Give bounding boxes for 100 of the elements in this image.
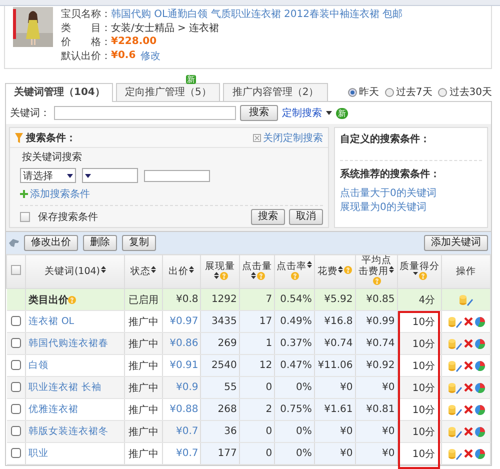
keyword-field[interactable] bbox=[54, 106, 236, 120]
checkbox[interactable] bbox=[10, 448, 21, 458]
table-cell: ¥0.74 bbox=[366, 338, 395, 349]
column-header[interactable]: 花费 bbox=[314, 254, 356, 288]
coins-pencil-icon[interactable] bbox=[448, 360, 462, 372]
coins-pencil-icon[interactable] bbox=[448, 426, 462, 438]
coins-pencil-icon[interactable] bbox=[448, 316, 462, 328]
checkbox[interactable] bbox=[10, 426, 21, 436]
table-cell: ¥16.8 bbox=[324, 316, 353, 327]
search-button[interactable]: 搜索 bbox=[240, 105, 278, 121]
new-badge: 新 bbox=[336, 108, 348, 118]
column-header: 操作 bbox=[442, 254, 490, 288]
column-header[interactable]: 关键词(104) bbox=[26, 254, 125, 288]
coins-pencil-icon[interactable] bbox=[448, 404, 462, 416]
checkbox[interactable] bbox=[10, 360, 21, 370]
table-cell: ¥0 bbox=[340, 382, 353, 393]
column-header[interactable]: 平均点击费用 bbox=[355, 254, 398, 288]
table-cell: 17 bbox=[259, 316, 272, 327]
price-value: ¥228.00 bbox=[111, 36, 157, 47]
plus-icon bbox=[20, 190, 28, 198]
coins-pencil-icon[interactable] bbox=[448, 382, 462, 394]
checkbox[interactable] bbox=[20, 212, 30, 222]
table-cell: 2540 bbox=[211, 360, 237, 371]
toolbar-button[interactable]: 删除 bbox=[83, 235, 117, 251]
panel-button[interactable]: 搜索 bbox=[251, 209, 285, 225]
column-header[interactable]: 展现量 bbox=[200, 254, 240, 288]
toolbar-button[interactable]: 复制 bbox=[122, 235, 156, 251]
table-cell: ¥0.74 bbox=[324, 338, 353, 349]
table-cell: 10分 bbox=[412, 316, 436, 328]
add-keyword-button[interactable]: 添加关键词 bbox=[424, 235, 488, 251]
bid-value: ¥0.6 bbox=[111, 50, 136, 61]
column-header[interactable]: 点击量 bbox=[239, 254, 275, 288]
toolbar-button[interactable]: 修改出价 bbox=[24, 235, 78, 251]
pie-chart-icon[interactable] bbox=[474, 316, 485, 326]
column-header[interactable]: 点击率 bbox=[274, 254, 314, 288]
edit-link[interactable]: 修改 bbox=[140, 48, 161, 62]
delete-icon[interactable] bbox=[464, 339, 473, 348]
keyword-link[interactable]: 职业 bbox=[28, 448, 48, 459]
pie-chart-icon[interactable] bbox=[474, 382, 485, 392]
radio-button[interactable] bbox=[348, 88, 357, 96]
delete-icon[interactable] bbox=[464, 317, 473, 326]
custom-search-link[interactable]: 定制搜索 bbox=[282, 106, 322, 120]
delete-icon[interactable] bbox=[464, 361, 473, 370]
checkbox[interactable] bbox=[10, 404, 21, 414]
column-header[interactable]: 质量得分 bbox=[397, 254, 442, 288]
table-cell: ¥0 bbox=[382, 426, 395, 437]
table-cell: 12 bbox=[259, 360, 272, 371]
table-cell: 0 bbox=[266, 448, 272, 459]
table-cell: 55 bbox=[224, 382, 237, 393]
pie-chart-icon[interactable] bbox=[474, 360, 485, 370]
delete-icon[interactable] bbox=[464, 383, 473, 392]
caret-icon bbox=[67, 174, 73, 178]
checkbox[interactable] bbox=[10, 382, 21, 392]
radio-button[interactable] bbox=[438, 88, 448, 96]
coins-pencil-icon[interactable] bbox=[459, 294, 474, 306]
select-dropdown[interactable] bbox=[82, 168, 138, 183]
delete-icon[interactable] bbox=[464, 405, 473, 414]
close-custom-search-link[interactable]: 关闭定制搜索 bbox=[253, 130, 323, 144]
condition-link[interactable]: 展现量为0的关键词 bbox=[340, 201, 482, 215]
panel-button[interactable]: 取消 bbox=[289, 209, 323, 225]
radio-button[interactable] bbox=[384, 88, 394, 96]
delete-icon[interactable] bbox=[464, 449, 473, 458]
funnel-icon bbox=[15, 132, 23, 142]
table-cell: 10分 bbox=[412, 426, 436, 438]
condition-link[interactable]: 点击量大于0的关键词 bbox=[340, 187, 482, 201]
column-header[interactable]: 状态 bbox=[124, 254, 162, 288]
table-cell: ¥0 bbox=[382, 448, 395, 459]
table-cell: 推广中 bbox=[128, 316, 158, 328]
tab[interactable]: 推广内容管理（2） bbox=[223, 83, 328, 101]
checkbox[interactable] bbox=[10, 316, 21, 326]
category-label: 类目出价 bbox=[28, 294, 68, 306]
caret-icon bbox=[326, 111, 332, 115]
column-header[interactable]: 出价 bbox=[162, 254, 201, 288]
select-dropdown[interactable]: 请选择 bbox=[20, 168, 76, 183]
table-cell: ¥0 bbox=[340, 448, 353, 459]
pie-chart-icon[interactable] bbox=[474, 404, 485, 414]
tab[interactable]: 关键词管理（104） bbox=[5, 83, 113, 102]
table-cell: 0 bbox=[266, 382, 272, 393]
checkbox[interactable] bbox=[11, 265, 22, 275]
checkbox[interactable] bbox=[10, 338, 21, 348]
coins-pencil-icon[interactable] bbox=[448, 448, 462, 460]
field-label: 关键词： bbox=[10, 106, 50, 120]
table-cell: 0 bbox=[266, 426, 272, 437]
table-cell: 推广中 bbox=[128, 404, 158, 416]
coins-pencil-icon[interactable] bbox=[448, 338, 462, 350]
product-link[interactable]: 韩国代购 OL通勤白领 气质职业连衣裙 2012春装中袖连衣裙 包邮 bbox=[111, 6, 403, 20]
table-cell: 4分 bbox=[418, 294, 436, 306]
value-field[interactable] bbox=[144, 170, 210, 182]
pie-chart-icon[interactable] bbox=[474, 426, 485, 436]
pie-chart-icon[interactable] bbox=[474, 338, 485, 348]
pie-chart-icon[interactable] bbox=[474, 448, 485, 458]
table-cell: 7 bbox=[266, 294, 272, 305]
radio-label: 昨天 bbox=[358, 86, 379, 99]
table-cell: 2 bbox=[266, 404, 272, 415]
radio-label: 过去30天 bbox=[449, 86, 492, 99]
tab[interactable]: 定向推广管理（5） bbox=[116, 83, 220, 101]
delete-icon[interactable] bbox=[464, 427, 473, 436]
add-condition-link[interactable]: 添加搜索条件 bbox=[20, 187, 323, 201]
keyword-link[interactable]: 白领 bbox=[28, 360, 48, 371]
table-cell: 0.37% bbox=[280, 338, 312, 349]
